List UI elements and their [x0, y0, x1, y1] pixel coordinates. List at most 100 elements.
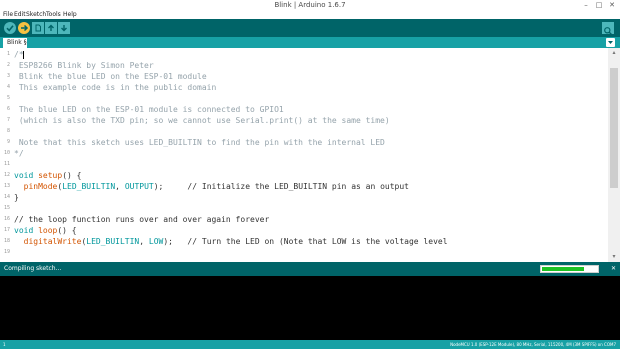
text-caret	[23, 51, 24, 59]
code-line: 10 */	[0, 148, 608, 159]
minimize-icon[interactable]: –	[580, 0, 592, 10]
code-line: 3 Blink the blue LED on the ESP-01 modul…	[0, 71, 608, 82]
code-token: void	[14, 171, 34, 180]
arrow-right-icon	[21, 24, 29, 32]
code-text: This example code is in the public domai…	[14, 82, 216, 93]
line-number: 15	[3, 205, 10, 211]
maximize-icon[interactable]: □	[593, 0, 605, 10]
code-token: () {	[62, 171, 82, 180]
code-line: 17 void loop() {	[0, 225, 608, 236]
code-token: pinMode	[23, 182, 58, 191]
code-line: 8	[0, 126, 608, 137]
line-number: 9	[6, 139, 10, 145]
code-token: Blink the blue LED on the ESP-01 module	[14, 72, 207, 81]
code-text: Blink the blue LED on the ESP-01 module	[14, 71, 207, 82]
menu-file[interactable]: File	[3, 10, 13, 19]
code-token: ); // Turn the LED on (Note that LOW is …	[163, 237, 448, 246]
code-token: digitalWrite	[23, 237, 82, 246]
arrow-down-icon	[61, 25, 67, 32]
line-number: 6	[6, 106, 10, 112]
code-line: 15	[0, 203, 608, 214]
code-line: 13 pinMode(LED_BUILTIN, OUTPUT); // Init…	[0, 181, 608, 192]
cursor-line-number: 1	[3, 342, 6, 347]
code-text: }	[14, 192, 19, 203]
line-number: 5	[6, 95, 10, 101]
code-line: 2 ESP8266 Blink by Simon Peter	[0, 60, 608, 71]
menu-bar: File Edit Sketch Tools Help	[0, 10, 620, 19]
new-button[interactable]	[32, 22, 44, 34]
checkmark-icon	[6, 25, 14, 32]
progress-fill	[542, 267, 584, 271]
line-number: 11	[3, 161, 10, 167]
code-token: LOW	[148, 237, 164, 246]
board-info: NodeMCU 1.0 (ESP-12E Module), 80 MHz, Se…	[450, 342, 616, 347]
code-token: void	[14, 226, 34, 235]
line-number: 2	[6, 62, 10, 68]
code-line: 14}	[0, 192, 608, 203]
menu-sketch[interactable]: Sketch	[26, 10, 46, 19]
scroll-up-icon[interactable]: ▴	[608, 48, 620, 58]
window-title: Blink | Arduino 1.6.7	[274, 1, 346, 9]
code-token: setup	[38, 171, 63, 180]
code-text: The blue LED on the ESP-01 module is con…	[14, 104, 284, 115]
code-text: pinMode(LED_BUILTIN, OUTPUT); // Initial…	[14, 181, 409, 192]
line-number: 3	[6, 73, 10, 79]
line-number: 10	[3, 150, 10, 156]
tab-menu-button[interactable]	[606, 38, 615, 47]
vertical-scrollbar[interactable]: ▴ ▾	[608, 48, 620, 262]
code-token: // the loop function runs over and over …	[14, 215, 270, 224]
line-number: 4	[6, 84, 10, 90]
line-number: 1	[6, 51, 10, 57]
code-text: void loop() {	[14, 225, 77, 236]
code-token: ,	[115, 182, 125, 191]
line-number: 19	[3, 249, 10, 255]
code-line: 19	[0, 247, 608, 258]
code-token: LED_BUILTIN	[86, 237, 140, 246]
code-token: () {	[57, 226, 77, 235]
verify-button[interactable]	[4, 22, 16, 34]
code-token: Note that this sketch uses LED_BUILTIN t…	[14, 138, 385, 147]
scrollbar-thumb[interactable]	[610, 68, 618, 188]
code-text: Note that this sketch uses LED_BUILTIN t…	[14, 137, 385, 148]
menu-help[interactable]: Help	[63, 10, 77, 19]
save-button[interactable]	[58, 22, 70, 34]
scroll-down-icon[interactable]: ▾	[608, 252, 620, 262]
toolbar	[0, 19, 620, 37]
code-token: OUTPUT	[124, 182, 154, 191]
code-token: This example code is in the public domai…	[14, 83, 217, 92]
tab-bar: Blink §	[0, 37, 620, 48]
close-icon[interactable]: ✕	[606, 0, 618, 10]
title-bar: Blink | Arduino 1.6.7 – □ ✕	[0, 0, 620, 10]
code-token: */	[14, 149, 24, 158]
code-line: 5	[0, 93, 608, 104]
footer-bar: 1 NodeMCU 1.0 (ESP-12E Module), 80 MHz, …	[0, 340, 620, 349]
code-line: 7 (which is also the TXD pin; so we cann…	[0, 115, 608, 126]
code-line: 16 // the loop function runs over and ove…	[0, 214, 608, 225]
status-message: Compiling sketch...	[4, 265, 62, 272]
line-number: 17	[3, 227, 10, 233]
open-button[interactable]	[45, 22, 57, 34]
code-text: void setup() {	[14, 170, 81, 181]
code-token: LED_BUILTIN	[62, 182, 116, 191]
code-line: 12 void setup() {	[0, 170, 608, 181]
code-line: 1/*	[0, 49, 608, 60]
console-output[interactable]	[0, 276, 620, 340]
line-number: 12	[3, 172, 10, 178]
serial-monitor-button[interactable]	[602, 22, 614, 35]
tab-blink[interactable]: Blink §	[3, 38, 27, 48]
upload-button[interactable]	[18, 22, 30, 34]
status-close-icon[interactable]: ✕	[611, 262, 616, 276]
menu-edit[interactable]: Edit	[14, 10, 26, 19]
line-number: 13	[3, 183, 10, 189]
code-token: ); // Initialize the LED_BUILTIN pin as …	[153, 182, 409, 191]
code-editor[interactable]: 1/* 2 ESP8266 Blink by Simon Peter 3 Blink…	[0, 48, 620, 262]
code-line: 11	[0, 159, 608, 170]
code-text: ESP8266 Blink by Simon Peter	[14, 60, 154, 71]
menu-tools[interactable]: Tools	[46, 10, 61, 19]
line-number: 18	[3, 238, 10, 244]
code-text: digitalWrite(LED_BUILTIN, LOW); // Turn …	[14, 236, 448, 247]
code-token: ESP8266 Blink by Simon Peter	[14, 61, 154, 70]
line-number: 14	[3, 194, 10, 200]
line-number: 7	[6, 117, 10, 123]
status-bar: Compiling sketch... ✕	[0, 262, 620, 276]
